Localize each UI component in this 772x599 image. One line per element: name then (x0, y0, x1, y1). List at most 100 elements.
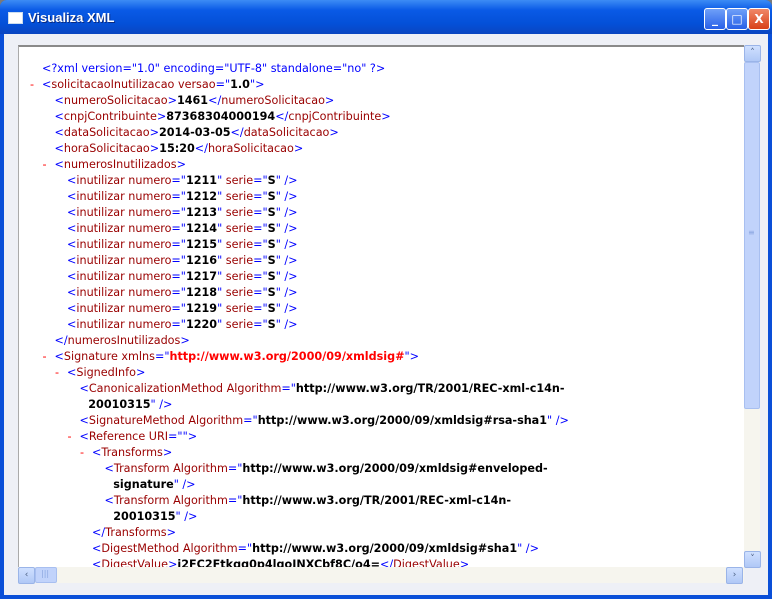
xml-token-name: horaSolicitacao (207, 142, 294, 155)
xml-token-tag: =" (171, 318, 186, 331)
scroll-up-button[interactable]: ˄ (744, 45, 761, 62)
xml-token-name: numerosInutilizados (63, 158, 177, 171)
xml-token-name: inutilizar (76, 238, 125, 251)
xml-token-name: Transforms (105, 526, 167, 539)
xml-content-view[interactable]: <?xml version="1.0" encoding="UTF-8" sta… (18, 45, 745, 568)
vertical-scrollbar[interactable]: ˄ ≡ ˅ (744, 45, 761, 568)
xml-token-name: solicitacaoInutilizacao (51, 78, 175, 91)
xml-token-attr: serie (222, 318, 254, 331)
xml-line: <inutilizar numero="1217" serie="S" /> (67, 269, 298, 285)
collapse-toggle[interactable]: - (30, 77, 34, 93)
xml-line: <?xml version="1.0" encoding="UTF-8" sta… (42, 61, 385, 77)
xml-token-tag: " /> (150, 398, 173, 411)
xml-token-name: numeroSolicitacao (63, 94, 168, 107)
xml-token-tag: =" (171, 222, 186, 235)
xml-token-tag: > (149, 142, 160, 155)
xml-token-tag: < (79, 414, 89, 427)
xml-line: <inutilizar numero="1216" serie="S" /> (67, 253, 298, 269)
xml-token-name: inutilizar (76, 222, 125, 235)
xml-token-tag: =" (215, 78, 231, 91)
xml-token-name: inutilizar (76, 302, 125, 315)
xml-token-attr: serie (222, 190, 254, 203)
xml-line: - <Signature xmlns="http://www.w3.org/200… (43, 349, 420, 365)
xml-token-val: http://www.w3.org/2000/09/xmldsig#rsa-sh… (257, 414, 548, 427)
horizontal-scrollbar[interactable]: ‹ ||| › (18, 567, 744, 584)
maximize-button[interactable]: □ (726, 8, 748, 30)
vertical-scroll-thumb[interactable]: ≡ (744, 62, 760, 409)
xml-token-tag: =" (171, 238, 186, 251)
collapse-toggle[interactable]: - (43, 349, 47, 365)
xml-token-attr: Algorithm (223, 382, 282, 395)
xml-token-tag: > (324, 94, 335, 107)
xml-token-val: 20010315 (88, 398, 151, 411)
xml-token-tag: =" (237, 542, 253, 555)
xml-line: <SignatureMethod Algorithm="http://www.w… (80, 413, 569, 429)
minimize-button[interactable]: _ (704, 8, 726, 30)
xml-token-attr: numero (124, 174, 172, 187)
xml-token-tag: < (104, 462, 114, 475)
xml-token-tag: < (92, 542, 102, 555)
xml-token-tag: > (381, 110, 391, 123)
scroll-down-button[interactable]: ˅ (744, 551, 761, 568)
xml-token-val: 1216 (185, 254, 218, 267)
xml-token-tag: " /> (275, 318, 298, 331)
xml-token-val: S (267, 286, 276, 299)
xml-line: signature" /> (113, 477, 195, 493)
xml-token-tag: =" (171, 206, 186, 219)
xml-line: <numeroSolicitacao>1461</numeroSolicitac… (55, 93, 335, 109)
xml-token-tag: </ (194, 142, 208, 155)
xml-token-tag: =" (171, 174, 186, 187)
xml-token-val: 1214 (185, 222, 218, 235)
scroll-left-button[interactable]: ‹ (18, 567, 35, 584)
xml-token-attr: numero (124, 270, 172, 283)
collapse-toggle[interactable]: - (80, 445, 84, 461)
title-bar[interactable]: Visualiza XML _ □ X (0, 0, 772, 34)
xml-token-name: inutilizar (76, 318, 125, 331)
xml-token-val: S (267, 270, 276, 283)
xml-token-attr: serie (222, 254, 254, 267)
xml-token-tag: =" (227, 494, 243, 507)
xml-token-name: Signature (63, 350, 118, 363)
xml-token-tag: </ (208, 94, 222, 107)
xml-token-tag: " /> (275, 302, 298, 315)
collapse-toggle[interactable]: - (55, 365, 59, 381)
collapse-toggle[interactable]: - (68, 429, 72, 445)
xml-token-tag: " /> (275, 190, 298, 203)
xml-token-name: inutilizar (76, 174, 125, 187)
xml-line: - <numerosInutilizados> (43, 157, 186, 173)
xml-token-attr: URI (145, 430, 169, 443)
xml-token-name: SignedInfo (76, 366, 136, 379)
xml-token-attr: serie (222, 286, 254, 299)
xml-token-tag: =" (253, 270, 268, 283)
xml-token-tag: > (166, 526, 177, 539)
xml-token-tag: =" (171, 286, 186, 299)
xml-line: - <Reference URI=""> (68, 429, 198, 445)
xml-line: 20010315" /> (88, 397, 172, 413)
horizontal-scroll-thumb[interactable]: ||| (35, 567, 57, 583)
xml-token-tag: =" (227, 462, 243, 475)
xml-token-tag: < (42, 78, 52, 91)
xml-token-name: cnpjContribuinte (288, 110, 382, 123)
xml-token-name: SignatureMethod (88, 414, 185, 427)
close-button[interactable]: X (748, 8, 770, 30)
xml-token-name: Transform (113, 494, 170, 507)
xml-token-tag: < (104, 494, 114, 507)
xml-token-val: http://www.w3.org/2000/09/xmldsig#envelo… (242, 462, 548, 475)
xml-token-attr: numero (124, 318, 172, 331)
xml-token-attr: Algorithm (179, 542, 238, 555)
xml-token-tag: < (67, 318, 77, 331)
xml-token-name: cnpjContribuinte (63, 110, 157, 123)
xml-line: <Transform Algorithm="http://www.w3.org/… (105, 461, 548, 477)
collapse-toggle[interactable]: - (43, 157, 47, 173)
xml-line: <DigestMethod Algorithm="http://www.w3.o… (92, 541, 539, 557)
xml-token-tag: < (67, 286, 77, 299)
xml-token-tag: =""> (168, 430, 198, 443)
xml-token-val: S (267, 174, 276, 187)
xml-token-tag: "> (249, 78, 265, 91)
xml-token-tag: =" (154, 350, 170, 363)
xml-token-attr: numero (124, 238, 172, 251)
xml-token-attr: numero (124, 190, 172, 203)
xml-token-tag: " /> (275, 270, 298, 283)
xml-token-txt: 87368304000194 (166, 110, 276, 123)
scroll-right-button[interactable]: › (726, 567, 743, 584)
